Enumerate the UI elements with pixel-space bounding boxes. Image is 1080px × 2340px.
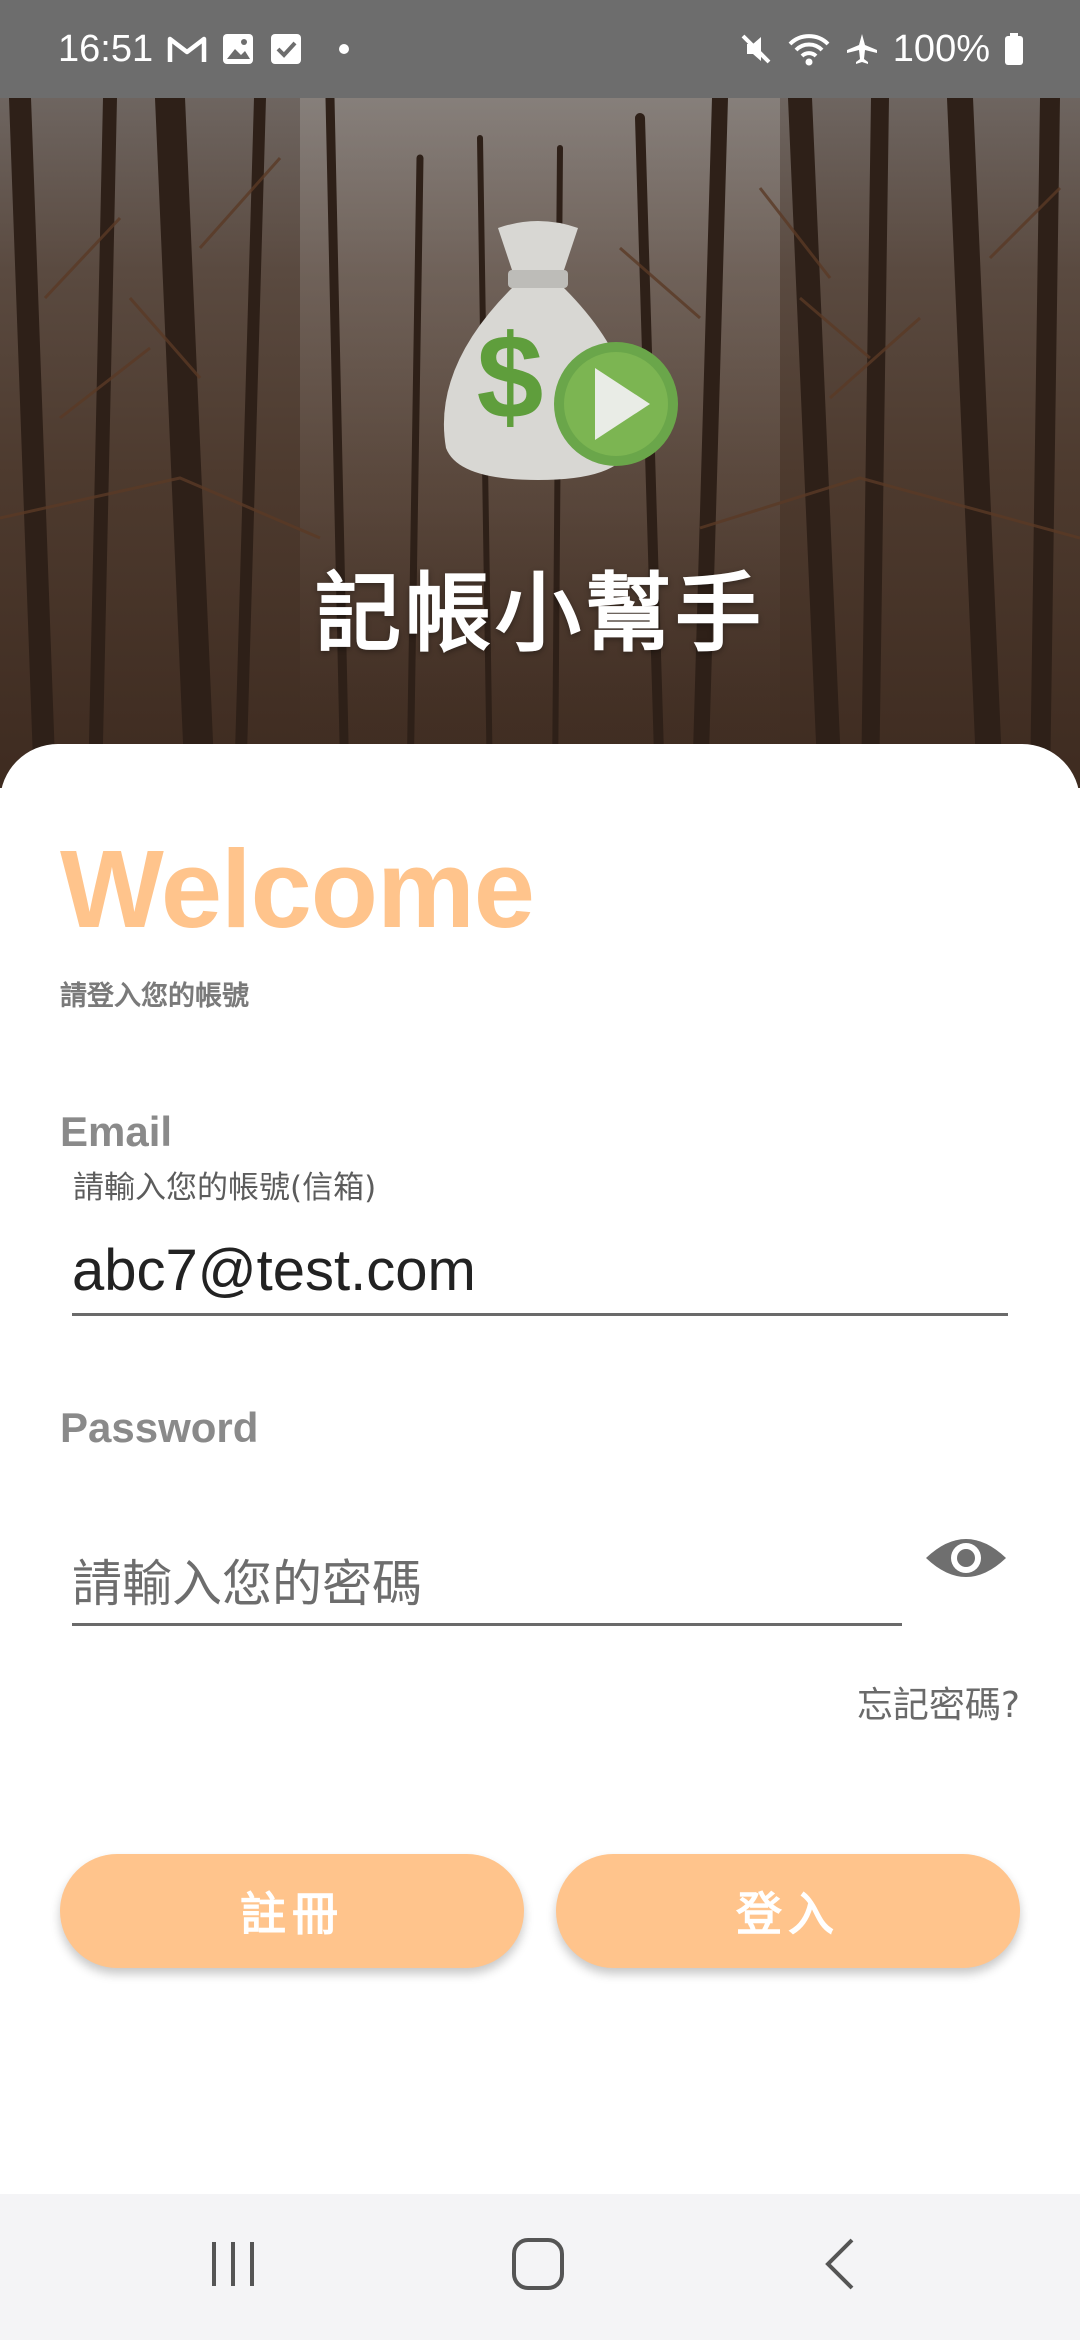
notification-dot-icon	[339, 44, 350, 54]
password-field[interactable]	[72, 1544, 902, 1626]
battery-percent: 100%	[892, 27, 990, 70]
app-title: 記帳小幫手	[315, 564, 765, 664]
password-label: Password	[60, 1404, 259, 1451]
welcome-heading: Welcome	[60, 828, 535, 951]
clock: 16:51	[58, 27, 154, 70]
email-label: Email	[60, 1108, 173, 1155]
svg-text:$: $	[477, 310, 544, 444]
status-bar: 16:51 100%	[0, 0, 1080, 98]
wifi-icon	[787, 32, 831, 66]
battery-icon	[1004, 32, 1024, 66]
register-button[interactable]: 註冊	[60, 1854, 524, 1968]
checkbox-icon	[269, 32, 303, 66]
login-card: Welcome 請登入您的帳號 Email 請輸入您的帳號(信箱) Passwo…	[0, 744, 1080, 2194]
airplane-icon	[845, 32, 879, 66]
email-hint: 請輸入您的帳號(信箱)	[73, 1170, 377, 1206]
mute-icon	[739, 32, 773, 66]
header-banner: $ 記帳小幫手	[0, 98, 1080, 788]
recent-apps-icon[interactable]	[208, 2236, 258, 2292]
login-button[interactable]: 登入	[556, 1854, 1020, 1968]
money-bag-play-icon: $	[443, 221, 678, 480]
show-password-eye-icon[interactable]	[924, 1530, 1008, 1586]
gallery-icon	[221, 32, 255, 66]
welcome-subtitle: 請登入您的帳號	[60, 981, 249, 1012]
home-icon[interactable]	[510, 2236, 566, 2292]
back-icon[interactable]	[820, 2236, 860, 2292]
gmail-icon	[167, 33, 207, 65]
navigation-bar	[0, 2194, 1080, 2340]
forgot-password-link[interactable]: 忘記密碼?	[857, 1676, 1020, 1728]
email-field[interactable]	[72, 1228, 1008, 1316]
